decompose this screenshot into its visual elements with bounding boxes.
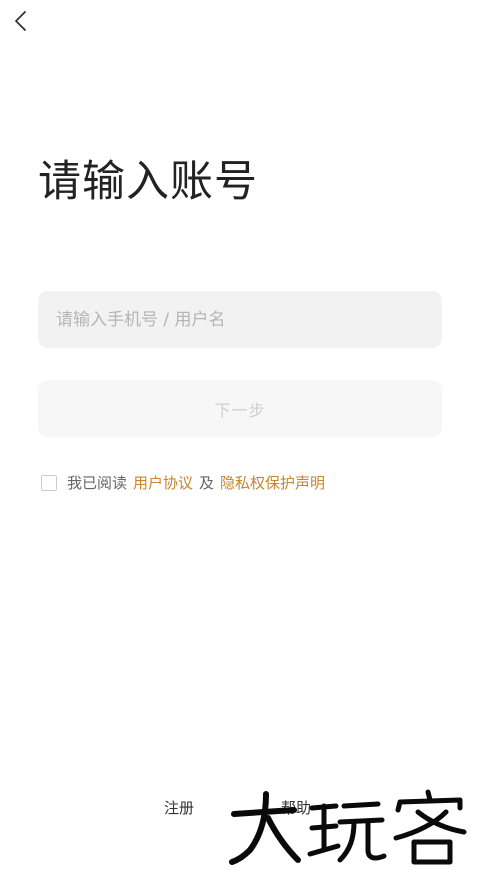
- watermark-logo: [229, 789, 467, 865]
- user-agreement-link[interactable]: 用户协议: [133, 472, 193, 493]
- page-title: 请输入账号: [38, 157, 258, 207]
- agreement-prefix: 我已阅读: [67, 474, 128, 492]
- agreement-row: 我已阅读 用户协议 及 隐私权保护声明: [41, 472, 325, 493]
- privacy-statement-link[interactable]: 隐私权保护声明: [220, 472, 325, 493]
- next-button[interactable]: 下一步: [38, 380, 442, 437]
- login-page: 请输入账号 下一步 我已阅读 用户协议 及 隐私权保护声明 注册 帮助: [0, 0, 480, 880]
- agreement-and: 及: [199, 474, 215, 492]
- register-link[interactable]: 注册: [164, 797, 194, 818]
- chevron-left-icon: [15, 11, 26, 31]
- agreement-checkbox[interactable]: [41, 474, 57, 491]
- back-button[interactable]: [8, 8, 32, 34]
- account-input[interactable]: [38, 291, 442, 348]
